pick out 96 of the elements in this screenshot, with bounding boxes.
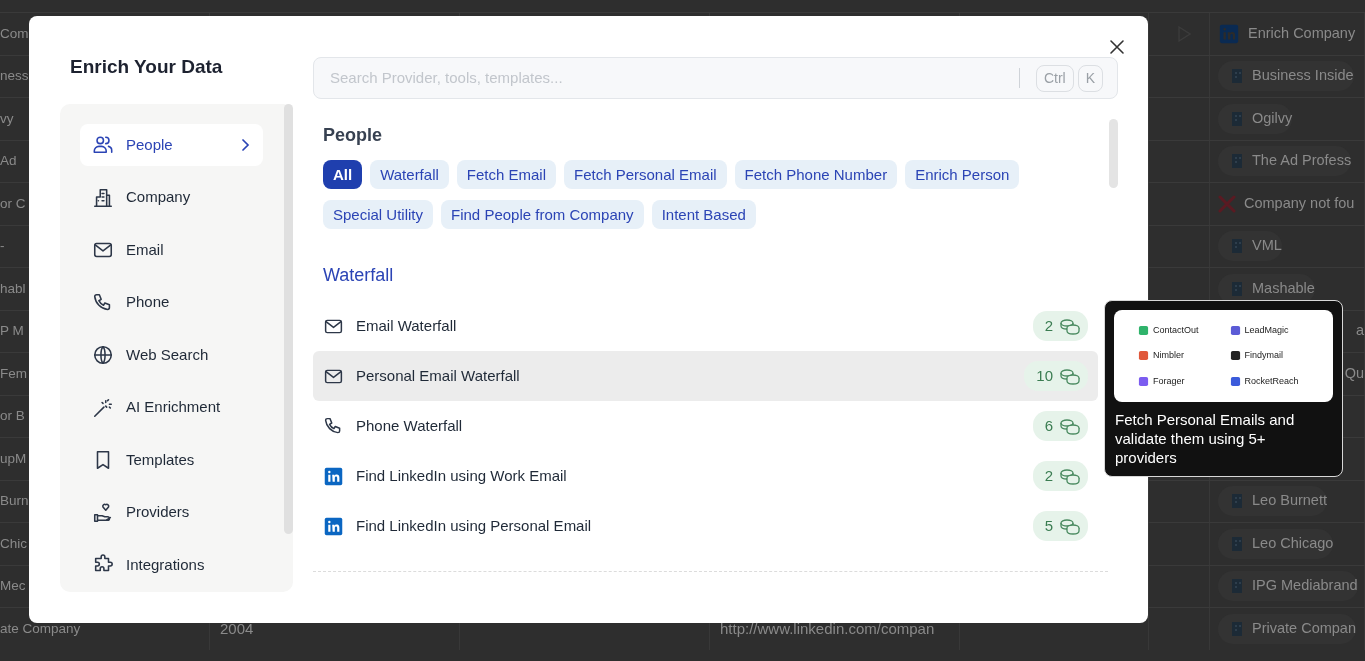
table-cell-text: Ad xyxy=(0,152,17,171)
table-cell-text: ness xyxy=(0,67,29,86)
shortcut-key: Ctrl xyxy=(1035,64,1074,92)
table-cell-text: Fem xyxy=(0,364,27,383)
table-cell-text: Company not fou xyxy=(1244,193,1355,213)
table-cell-text: http://www.linkedin.com/compan xyxy=(720,618,935,639)
linkedin-icon xyxy=(1218,22,1240,45)
sidebar-item[interactable]: Company xyxy=(80,176,263,219)
credit-badge: 2 xyxy=(1032,460,1088,492)
sidebar-item[interactable]: AI Enrichment xyxy=(80,386,263,429)
filter-chip[interactable]: All xyxy=(323,159,363,189)
list-item[interactable]: Personal Email Waterfall 10 xyxy=(313,351,1098,402)
filter-chip[interactable]: Fetch Email xyxy=(456,159,556,189)
table-cell-text: Mec xyxy=(0,577,26,596)
company-chip: VML xyxy=(1218,231,1282,262)
table-cell-text: Burn xyxy=(0,492,29,511)
provider-logo: Nimbler xyxy=(1138,349,1230,363)
hand-heart-icon xyxy=(92,501,114,524)
group-title: Waterfall xyxy=(323,264,395,287)
company-chip: Leo Burnett xyxy=(1218,486,1327,517)
filter-chip[interactable]: Waterfall xyxy=(370,159,449,189)
table-cell-text: P M xyxy=(0,322,24,341)
filter-chip[interactable]: Find People from Company xyxy=(441,199,644,229)
table-cell-text: or B xyxy=(0,407,25,426)
sidebar-item[interactable]: People xyxy=(80,124,263,166)
sidebar-item[interactable]: Templates xyxy=(80,439,263,481)
coins-icon xyxy=(1059,417,1080,436)
table-cell-text: a xyxy=(1355,321,1364,341)
provider-logo: Forager xyxy=(1138,374,1230,389)
people-icon xyxy=(92,134,114,156)
building-icon xyxy=(1230,535,1244,552)
table-cell-text: habl xyxy=(0,279,26,298)
filter-chip[interactable]: Fetch Personal Email xyxy=(564,159,727,189)
globe-icon xyxy=(92,344,114,366)
chevron-right-icon xyxy=(241,139,251,151)
scrollbar xyxy=(1109,119,1118,188)
section-title: People xyxy=(323,125,384,147)
sidebar-item[interactable]: Web Search xyxy=(80,334,263,376)
coins-icon xyxy=(1059,367,1080,386)
sidebar-item[interactable]: Email xyxy=(80,229,263,271)
credit-badge: 6 xyxy=(1032,410,1088,442)
tooltip-text: Fetch Personal Emails and validate them using 5+ providers xyxy=(1115,410,1296,467)
credit-badge: 2 xyxy=(1032,310,1088,342)
linkedin-icon xyxy=(323,465,344,487)
list-item[interactable]: Find LinkedIn using Work Email 2 xyxy=(313,451,1098,502)
coins-icon xyxy=(1059,467,1080,486)
sidebar-item[interactable]: Providers xyxy=(80,491,263,534)
table-cell-text: ate Company xyxy=(0,619,81,638)
building-icon xyxy=(1230,153,1244,170)
column-header: Enrich Company xyxy=(1248,23,1356,43)
table-cell-text: Com xyxy=(0,24,29,43)
list-item[interactable]: Find LinkedIn using Personal Email 5 xyxy=(313,501,1098,552)
sidebar-item[interactable]: Integrations xyxy=(80,544,263,586)
coins-icon xyxy=(1059,317,1080,336)
building-icon xyxy=(1230,68,1244,85)
company-chip: Ogilvy xyxy=(1218,103,1293,134)
company-chip: Leo Chicago xyxy=(1218,528,1334,559)
table-cell-text: or C xyxy=(0,194,26,213)
list-item[interactable]: Email Waterfall 2 xyxy=(313,301,1098,352)
linkedin-icon xyxy=(323,515,344,537)
credit-badge: 10 xyxy=(1024,360,1088,392)
credit-badge: 5 xyxy=(1032,510,1088,542)
list-item[interactable]: Phone Waterfall 6 xyxy=(313,401,1098,452)
company-chip: Private Compan xyxy=(1218,613,1356,644)
sidebar-item[interactable]: Phone xyxy=(80,281,263,324)
provider-logo: LeadMagic xyxy=(1229,323,1321,338)
table-cell-text: Chic xyxy=(0,534,27,553)
building-icon xyxy=(1230,280,1244,297)
shortcut-key: K xyxy=(1077,64,1103,92)
table-cell-text: vy xyxy=(0,109,14,128)
close-button[interactable] xyxy=(1108,38,1126,56)
filter-chip[interactable]: Enrich Person xyxy=(905,159,1020,189)
coins-icon xyxy=(1059,517,1080,536)
provider-logo: ContactOut xyxy=(1138,323,1230,338)
dialog-title: Enrich Your Data xyxy=(70,56,223,79)
close-icon xyxy=(1108,38,1126,56)
building-icon xyxy=(1230,238,1244,255)
cross-icon xyxy=(1218,194,1236,213)
building-icon xyxy=(1230,110,1244,127)
company-chip: IPG Mediabrand xyxy=(1218,571,1358,602)
company-chip: The Ad Profess xyxy=(1218,146,1352,177)
table-cell-text: - xyxy=(0,237,5,256)
building-icon xyxy=(1230,578,1244,595)
building-icon xyxy=(1230,620,1244,637)
table-cell-text: 2004 xyxy=(220,618,254,639)
provider-logo: Findymail xyxy=(1229,349,1321,363)
building-icon xyxy=(92,186,114,209)
filter-chip[interactable]: Special Utility xyxy=(323,199,434,229)
table-cell-text: upM xyxy=(0,449,27,468)
magic-wand-icon xyxy=(92,396,114,419)
provider-logo: RocketReach xyxy=(1229,374,1321,389)
filter-chip[interactable]: Fetch Phone Number xyxy=(734,159,898,189)
building-icon xyxy=(1230,493,1244,510)
table-cell-text: Qu xyxy=(1344,363,1364,383)
filter-chip[interactable]: Intent Based xyxy=(651,199,756,229)
company-chip: Business Inside xyxy=(1218,61,1354,92)
